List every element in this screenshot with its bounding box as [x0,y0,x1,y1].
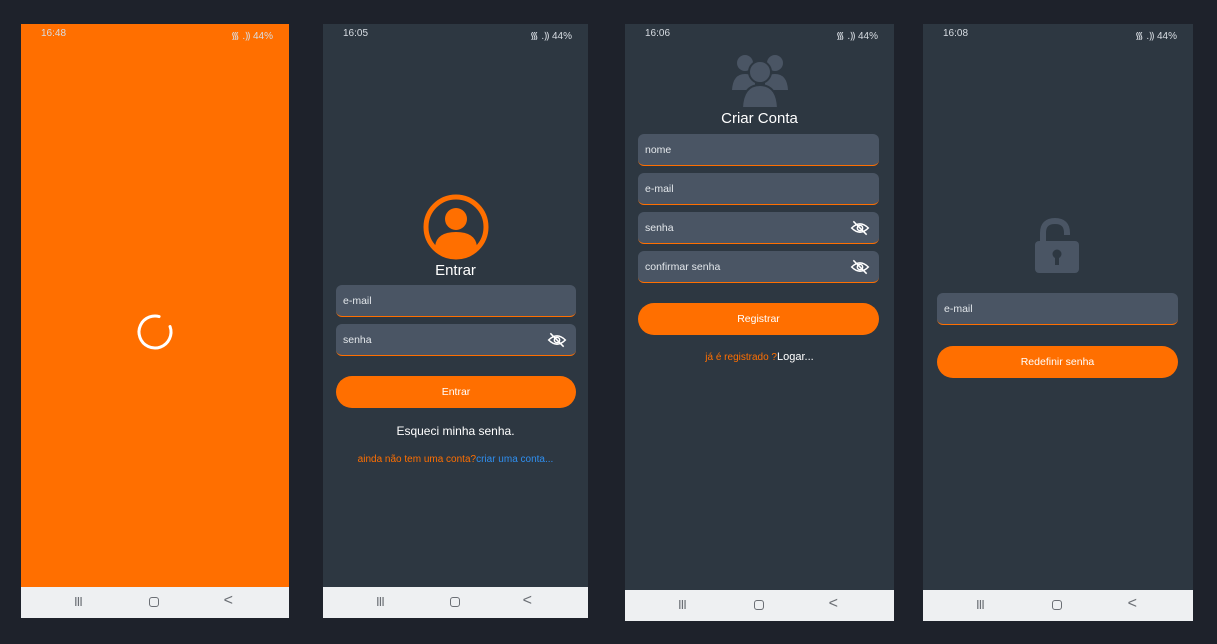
unlocked-padlock-icon [1035,218,1079,273]
name-field[interactable]: nome [638,134,879,166]
status-time: 16:06 [645,28,671,39]
reset-password-screen: 16:08 ᯾ .⸩ 44% e-mail Redefinir senha II… [923,24,1193,621]
password-placeholder: senha [645,221,674,234]
signup-row: ainda não tem uma conta?criar uma conta.… [323,454,588,465]
forgot-password-link[interactable]: Esqueci minha senha. [323,424,588,438]
login-button[interactable]: Entrar [336,376,576,408]
home-button[interactable] [1052,600,1062,610]
status-time: 16:48 [41,28,67,39]
status-time: 16:08 [943,28,969,39]
splash-screen: 16:48 ᯾ .⸩ 44% III < [21,24,289,618]
status-bar: 16:05 ᯾ .⸩ 44% [323,24,588,42]
back-button[interactable]: < [224,592,233,610]
recent-apps-button[interactable]: III [678,597,687,612]
android-navbar: III < [923,590,1193,621]
password-placeholder: senha [343,333,372,346]
signup-prompt: ainda não tem uma conta? [357,454,477,465]
login-row: já é registrado ?Logar... [625,351,894,363]
back-button[interactable]: < [1128,595,1137,613]
name-placeholder: nome [645,143,672,156]
email-placeholder: e-mail [944,302,973,315]
status-bar: 16:06 ᯾ .⸩ 44% [625,24,894,42]
recent-apps-button[interactable]: III [376,594,385,609]
confirm-password-field[interactable]: confirmar senha [638,251,879,283]
confirm-password-placeholder: confirmar senha [645,260,721,273]
email-placeholder: e-mail [645,182,674,195]
user-avatar-icon [423,194,489,260]
register-button[interactable]: Registrar [638,303,879,335]
login-link[interactable]: Logar... [777,351,814,363]
page-title: Entrar [435,262,476,279]
eye-off-icon[interactable] [850,257,870,277]
status-icons: ᯾ .⸩ 44% [1135,31,1177,42]
back-button[interactable]: < [829,595,838,613]
recent-apps-button[interactable]: III [74,594,83,609]
home-button[interactable] [149,597,159,607]
home-button[interactable] [449,597,460,607]
email-field[interactable]: e-mail [336,285,576,317]
register-button-label: Registrar [737,313,780,325]
password-field[interactable]: senha [638,212,879,244]
signup-screen: 16:06 ᯾ .⸩ 44% Criar Conta nome e-mail s… [625,24,894,621]
back-button[interactable]: < [523,592,532,610]
status-icons: ᯾ .⸩ 44% [530,31,572,42]
status-icons: ᯾ .⸩ 44% [836,31,878,42]
password-field[interactable]: senha [336,324,576,356]
eye-off-icon[interactable] [547,330,567,350]
status-icons: ᯾ .⸩ 44% [231,31,273,42]
email-field[interactable]: e-mail [638,173,879,205]
android-navbar: III < [21,587,289,618]
group-users-icon [732,55,788,109]
recent-apps-button[interactable]: III [976,597,985,612]
reset-password-button[interactable]: Redefinir senha [937,346,1178,378]
home-button[interactable] [753,600,764,610]
android-navbar: III < [323,587,588,618]
android-navbar: III < [625,590,894,621]
loading-spinner-icon [137,314,173,350]
status-bar: 16:08 ᯾ .⸩ 44% [923,24,1193,42]
email-placeholder: e-mail [343,294,372,307]
status-bar: 16:48 ᯾ .⸩ 44% [21,24,289,42]
eye-off-icon[interactable] [850,218,870,238]
login-button-label: Entrar [441,386,471,398]
signup-link[interactable]: criar uma conta... [476,454,553,465]
login-prompt: já é registrado ? [705,352,777,363]
login-screen: 16:05 ᯾ .⸩ 44% Entrar e-mail senha Entra… [323,24,588,618]
status-time: 16:05 [343,28,369,39]
page-title: Criar Conta [721,110,798,127]
email-field[interactable]: e-mail [937,293,1178,325]
reset-password-button-label: Redefinir senha [1020,356,1095,368]
